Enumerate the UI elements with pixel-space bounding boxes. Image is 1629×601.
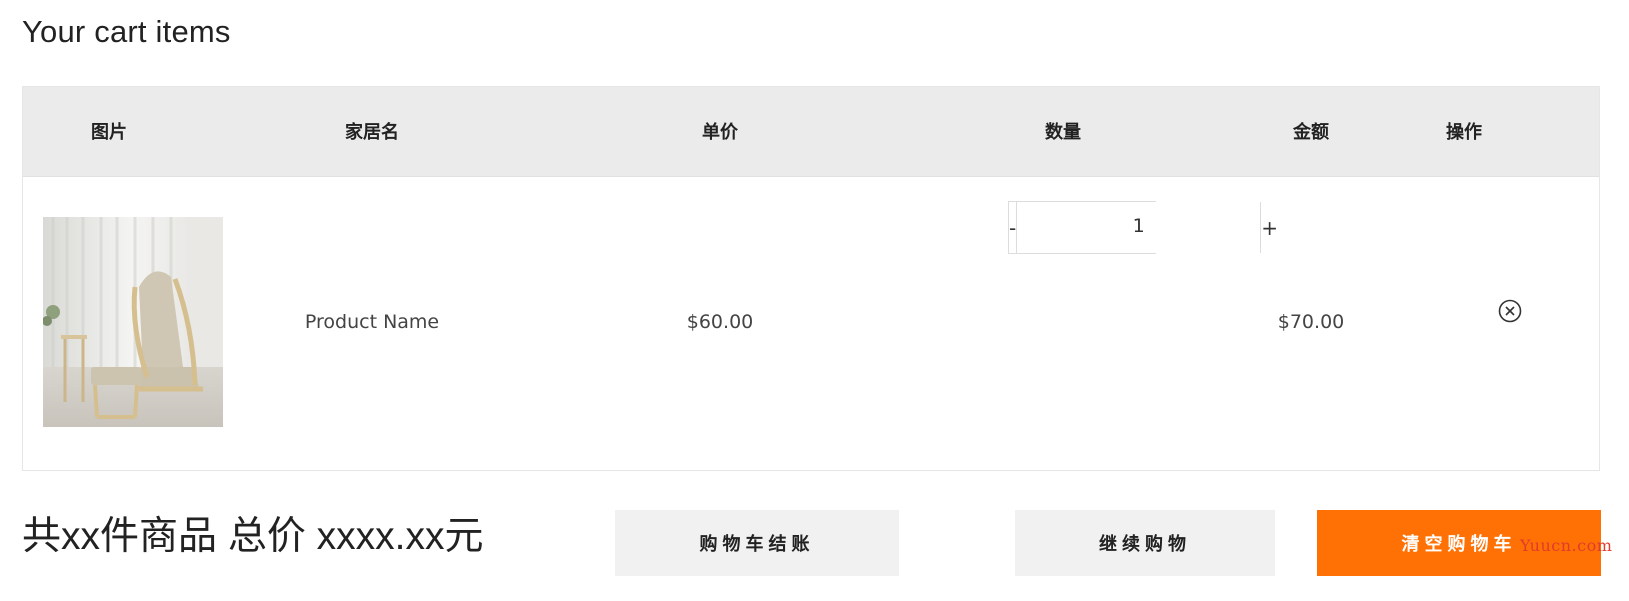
checkout-button[interactable]: 购物车结账 [615, 510, 899, 576]
armchair-photo [43, 217, 223, 427]
header-action: 操作 [1446, 122, 1482, 142]
table-header: 图片 家居名 单价 数量 金额 操作 [23, 87, 1599, 177]
unit-price: $60.00 [686, 311, 754, 333]
increment-button[interactable]: + [1260, 202, 1278, 253]
decrement-button[interactable]: - [1009, 202, 1018, 253]
circle-x-icon [1498, 299, 1522, 323]
quantity-stepper: - + [1008, 201, 1278, 254]
remove-item-button[interactable] [1497, 298, 1523, 324]
product-name[interactable]: Product Name [305, 177, 439, 472]
header-image: 图片 [91, 122, 127, 142]
watermark: Yuucn.com [1520, 536, 1613, 555]
line-amount: $70.00 [1277, 311, 1345, 333]
quantity-input[interactable] [1017, 202, 1261, 253]
continue-shopping-button[interactable]: 继续购物 [1015, 510, 1275, 576]
cart-summary: 共xx件商品 总价 xxxx.xx元 [22, 515, 484, 558]
product-image[interactable] [43, 217, 223, 427]
header-quantity: 数量 [1045, 122, 1081, 142]
header-unit-price: 单价 [702, 122, 738, 142]
page-title: Your cart items [22, 14, 231, 49]
header-amount: 金额 [1293, 122, 1329, 142]
table-row: Product Name $60.00 $70.00 [23, 177, 1599, 472]
cart-table: 图片 家居名 单价 数量 金额 操作 Product Name $60.00 $… [22, 86, 1600, 471]
header-name: 家居名 [345, 122, 399, 142]
